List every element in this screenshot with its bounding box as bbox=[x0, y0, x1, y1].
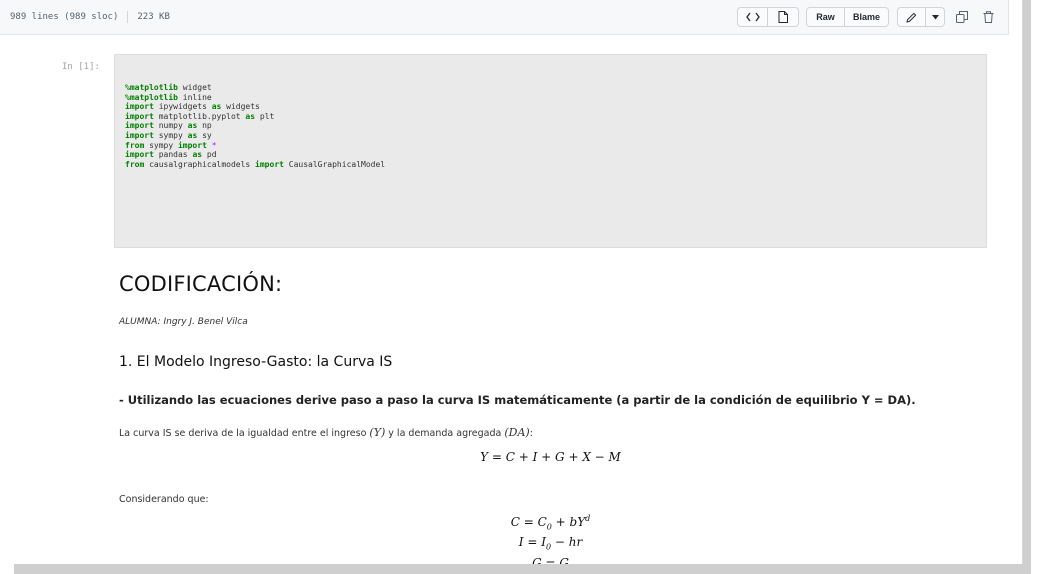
code-token: as bbox=[187, 130, 198, 140]
display-source-button[interactable] bbox=[737, 7, 768, 27]
code-token: matplotlib.pyplot bbox=[153, 111, 246, 121]
page-title: CODIFICACIÓN: bbox=[119, 272, 283, 296]
code-token: pandas bbox=[153, 150, 193, 160]
code-token: numpy bbox=[153, 121, 188, 131]
pencil-icon bbox=[906, 12, 917, 23]
line-count: 989 lines (989 sloc) bbox=[10, 12, 119, 22]
code-line: from sympy import * bbox=[125, 141, 385, 151]
caret-down-icon bbox=[931, 14, 939, 20]
code-token: np bbox=[197, 121, 212, 131]
code-line: import numpy as np bbox=[125, 121, 385, 131]
code-line: from causalgraphicalmodels import Causal… bbox=[125, 160, 385, 170]
code-token: sympy bbox=[144, 140, 178, 150]
eq-part: + bY bbox=[551, 515, 586, 529]
code-token: sympy bbox=[153, 130, 188, 140]
eq-part: C = C bbox=[510, 515, 547, 529]
file-size: 223 KB bbox=[137, 12, 170, 22]
code-line: import ipywidgets as widgets bbox=[125, 102, 385, 112]
window-shadow-bottom bbox=[14, 564, 1031, 574]
file-info: 989 lines (989 sloc) 223 KB bbox=[10, 11, 170, 23]
code-token: causalgraphicalmodels bbox=[144, 159, 256, 169]
trash-icon[interactable] bbox=[979, 7, 997, 27]
equation-consumption: C = C0 + bYd bbox=[114, 514, 987, 531]
code-token: as bbox=[245, 111, 256, 121]
code-token: import bbox=[125, 102, 154, 112]
code-token: import bbox=[125, 121, 154, 131]
paragraph-considering: Considerando que: bbox=[119, 494, 209, 505]
code-token: CausalGraphicalModel bbox=[283, 159, 386, 169]
paragraph-is-curve: La curva IS se deriva de la igualdad ent… bbox=[119, 426, 533, 439]
code-token: import bbox=[255, 159, 284, 169]
code-token: inline bbox=[177, 92, 212, 102]
blame-button[interactable]: Blame bbox=[845, 7, 889, 27]
code-token: as bbox=[187, 121, 198, 131]
code-token: %matplotlib bbox=[125, 92, 178, 102]
code-token: import bbox=[125, 130, 154, 140]
code-token: from bbox=[125, 159, 145, 169]
code-token: plt bbox=[255, 111, 275, 121]
code-token: widgets bbox=[221, 102, 260, 112]
eq-part: I = I bbox=[518, 535, 546, 549]
math-da: (DA) bbox=[504, 426, 530, 439]
code-cell[interactable]: %matplotlib widget %matplotlib inline impo… bbox=[114, 54, 987, 248]
text-span: : bbox=[529, 428, 533, 439]
text-span: y la demanda agregada bbox=[385, 428, 505, 439]
code-line: import matplotlib.pyplot as plt bbox=[125, 112, 385, 122]
file-header: 989 lines (989 sloc) 223 KB Raw Blame bbox=[0, 0, 1009, 35]
equation-equilibrium: Y = C + I + G + X − M bbox=[480, 450, 621, 464]
file-icon bbox=[778, 11, 788, 23]
equation-investment: I = I0 − hr bbox=[114, 535, 987, 551]
window-shadow-right bbox=[1022, 0, 1031, 574]
code-token: sy bbox=[197, 130, 212, 140]
edit-options-button[interactable] bbox=[926, 7, 945, 27]
code-icon bbox=[745, 12, 760, 22]
code-line: import sympy as sy bbox=[125, 131, 385, 141]
equation-government: G = G bbox=[532, 556, 569, 564]
edit-button[interactable] bbox=[897, 7, 926, 27]
code-token: %matplotlib bbox=[125, 83, 178, 92]
eq-part: − hr bbox=[551, 535, 583, 549]
section-heading: 1. El Modelo Ingreso-Gasto: la Curva IS bbox=[119, 354, 393, 370]
copy-icon[interactable] bbox=[953, 7, 971, 27]
code-token: ipywidgets bbox=[153, 102, 212, 112]
text-span: La curva IS se deriva de la igualdad ent… bbox=[119, 428, 370, 439]
code-token: as bbox=[192, 150, 203, 160]
code-token: import bbox=[125, 111, 154, 121]
code-token: pd bbox=[202, 150, 217, 160]
code-line: %matplotlib inline bbox=[125, 93, 385, 103]
math-y: (Y) bbox=[369, 426, 386, 439]
divider bbox=[127, 11, 129, 23]
question-heading: - Utilizando las ecuaciones derive paso … bbox=[119, 393, 916, 407]
code-token: widget bbox=[177, 83, 212, 92]
author-line: ALUMNA: Ingry J. Benel Vilca bbox=[119, 317, 248, 327]
code-line: import pandas as pd bbox=[125, 150, 385, 160]
display-rendered-button[interactable] bbox=[768, 7, 799, 27]
notebook-viewer: 989 lines (989 sloc) 223 KB Raw Blame In… bbox=[0, 0, 1023, 564]
code-line: %matplotlib widget bbox=[125, 83, 385, 93]
code-token: import bbox=[125, 150, 154, 160]
code-token: * bbox=[211, 140, 217, 150]
raw-button[interactable]: Raw bbox=[806, 7, 845, 27]
code-token: from bbox=[125, 140, 145, 150]
code-token: import bbox=[177, 140, 207, 150]
cell-prompt: In [1]: bbox=[62, 62, 100, 72]
code-block: %matplotlib widget %matplotlib inline impo… bbox=[125, 83, 385, 169]
code-token: as bbox=[211, 102, 222, 112]
eq-sup: d bbox=[585, 514, 591, 523]
